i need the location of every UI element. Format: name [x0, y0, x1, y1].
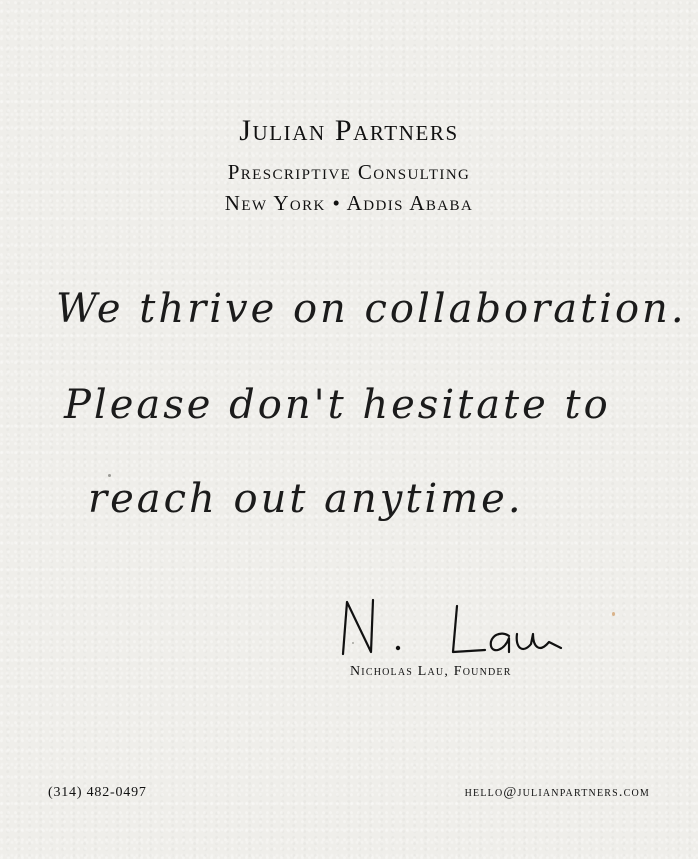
- paper-speck: [108, 474, 111, 477]
- email-address[interactable]: hello@julianpartners.com: [465, 785, 650, 801]
- signer-name: Nicholas Lau, Founder: [350, 664, 512, 679]
- paper-speck: [612, 612, 615, 616]
- note-line-3: reach out anytime.: [88, 476, 524, 522]
- phone-number[interactable]: (314) 482-0497: [48, 785, 147, 801]
- paper-speck: [352, 642, 354, 644]
- company-tagline: Prescriptive Consulting: [227, 160, 471, 184]
- letterhead-card: Julian Partners Prescriptive Consulting …: [0, 0, 698, 859]
- note-line-1: We thrive on collaboration.: [56, 286, 687, 332]
- handwritten-signature: [341, 598, 563, 656]
- note-line-2: Please don't hesitate to: [64, 382, 611, 428]
- company-name: Julian Partners: [239, 114, 459, 147]
- company-locations: New York • Addis Ababa: [224, 191, 474, 215]
